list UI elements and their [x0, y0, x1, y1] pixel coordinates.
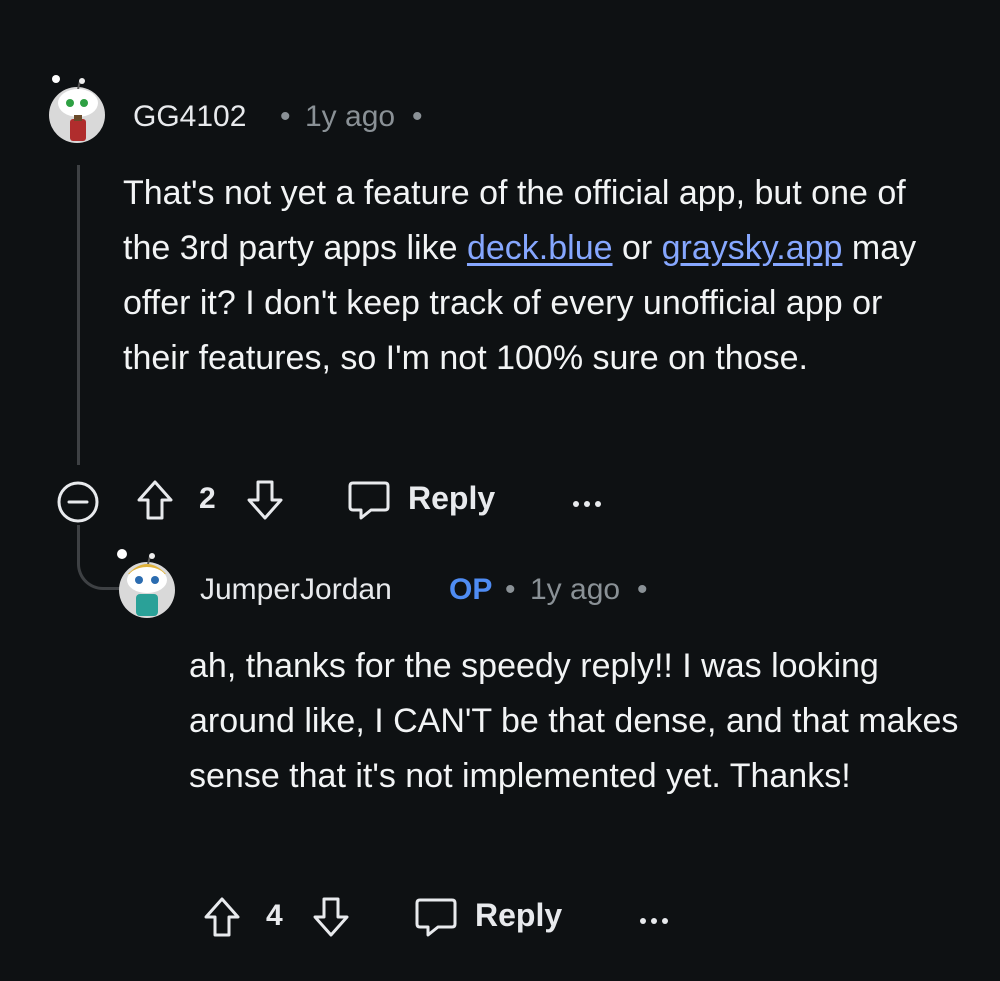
snoo-avatar-icon [117, 549, 175, 618]
vote-count: 4 [266, 899, 283, 932]
collapse-icon[interactable] [56, 480, 100, 524]
comment-text: or [612, 229, 662, 267]
link-deck-blue[interactable]: deck.blue [467, 229, 613, 267]
reply-bubble-icon[interactable] [414, 896, 458, 938]
op-badge: OP [449, 573, 493, 606]
vote-count: 2 [199, 482, 216, 515]
comment-body: That's not yet a feature of the official… [123, 166, 953, 386]
reply-age: 1y ago [530, 573, 621, 606]
meta-separator: • [505, 573, 516, 606]
snoo-avatar-icon [49, 75, 105, 143]
comment-age: 1y ago [305, 100, 396, 133]
reply-username[interactable]: JumperJordan [200, 573, 392, 607]
comment-username[interactable]: GG4102 [133, 100, 246, 134]
more-options-icon[interactable] [572, 496, 602, 514]
avatar[interactable] [114, 548, 176, 618]
upvote-icon[interactable] [135, 478, 175, 522]
reply-button[interactable]: Reply [408, 480, 495, 517]
reply-button[interactable]: Reply [475, 897, 562, 934]
reply-bubble-icon[interactable] [347, 479, 391, 521]
meta-separator: • [637, 573, 648, 606]
thread-line [77, 165, 80, 465]
more-options-icon[interactable] [639, 913, 669, 931]
meta-separator: • [280, 100, 291, 133]
downvote-icon[interactable] [245, 478, 285, 522]
reply-body: ah, thanks for the speedy reply!! I was … [189, 647, 959, 795]
downvote-icon[interactable] [311, 895, 351, 939]
link-graysky-app[interactable]: graysky.app [662, 229, 843, 267]
meta-separator: • [412, 100, 423, 133]
upvote-icon[interactable] [202, 895, 242, 939]
avatar[interactable] [48, 75, 106, 143]
